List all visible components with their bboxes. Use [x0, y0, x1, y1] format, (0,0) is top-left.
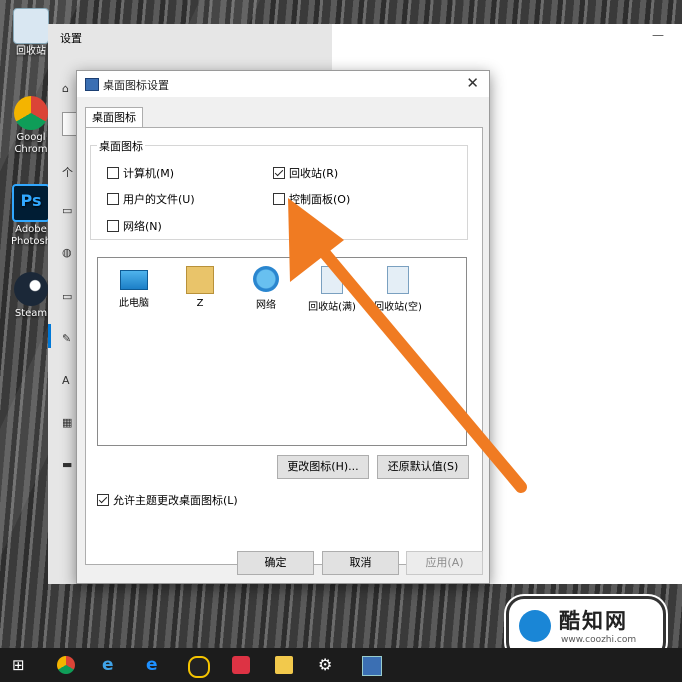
- coozhi-logo-icon: [519, 610, 551, 642]
- taskbar: ⊞ e e ⚙: [0, 648, 682, 682]
- settings-taskbar-icon[interactable]: ⚙: [318, 656, 336, 674]
- display-settings-taskbar-icon[interactable]: [362, 656, 382, 676]
- paint-taskbar-icon[interactable]: [232, 656, 250, 674]
- ie-taskbar-icon[interactable]: e: [102, 656, 120, 674]
- chrome-taskbar-icon[interactable]: [57, 656, 75, 674]
- watermark-url: www.coozhi.com: [561, 635, 637, 645]
- arrow-shaft: [306, 232, 527, 493]
- watermark-brand: 酷知网: [559, 609, 628, 633]
- annotation-arrow: [288, 198, 527, 493]
- start-button[interactable]: ⊞: [12, 656, 30, 674]
- qq-taskbar-icon[interactable]: [188, 656, 210, 678]
- edge-taskbar-icon[interactable]: e: [146, 656, 164, 674]
- file-explorer-taskbar-icon[interactable]: [275, 656, 293, 674]
